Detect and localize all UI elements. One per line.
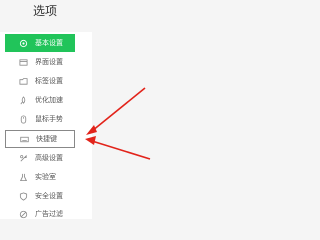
gear-icon	[17, 37, 29, 49]
window-icon	[17, 56, 29, 68]
keyboard-icon	[18, 133, 30, 145]
sidebar-item-ad-filter[interactable]: 广告过滤	[5, 205, 75, 223]
tab-icon	[17, 75, 29, 87]
page-title: 选项	[33, 4, 58, 18]
advanced-icon	[17, 152, 29, 164]
flask-icon	[17, 171, 29, 183]
shield-icon	[17, 190, 29, 202]
sidebar-item-label: 安全设置	[35, 193, 63, 200]
sidebar-item-label: 高级设置	[35, 155, 63, 162]
sidebar-item-label: 鼠标手势	[35, 116, 63, 123]
sidebar-item-label: 广告过滤	[35, 211, 63, 218]
sidebar-item-basic[interactable]: 基本设置	[5, 34, 75, 52]
annotation-arrow-upper	[86, 87, 146, 135]
sidebar-item-mouse-gesture[interactable]: 鼠标手势	[5, 110, 75, 128]
sidebar-item-interface[interactable]: 界面设置	[5, 53, 75, 71]
sidebar-item-tabs[interactable]: 标签设置	[5, 72, 75, 90]
sidebar-item-label: 实验室	[35, 174, 56, 181]
sidebar-item-label: 界面设置	[35, 59, 63, 66]
sidebar-item-optimize[interactable]: 优化加速	[5, 91, 75, 109]
sidebar-item-label: 标签设置	[35, 78, 63, 85]
rocket-icon	[17, 94, 29, 106]
sidebar-item-security[interactable]: 安全设置	[5, 187, 75, 205]
sidebar-item-label: 基本设置	[35, 40, 63, 47]
sidebar-item-lab[interactable]: 实验室	[5, 168, 75, 186]
sidebar-item-label: 优化加速	[35, 97, 63, 104]
sidebar-item-shortcuts[interactable]: 快捷键	[5, 130, 75, 148]
mouse-icon	[17, 113, 29, 125]
sidebar-item-label: 快捷键	[36, 136, 57, 143]
annotation-arrow-lower	[85, 136, 151, 160]
ad-filter-icon	[17, 208, 29, 220]
sidebar: 基本设置 界面设置 标签设置 优化加速 鼠标手势 快捷键 高级设置 实验室 安全…	[0, 32, 92, 219]
sidebar-item-advanced[interactable]: 高级设置	[5, 149, 75, 167]
